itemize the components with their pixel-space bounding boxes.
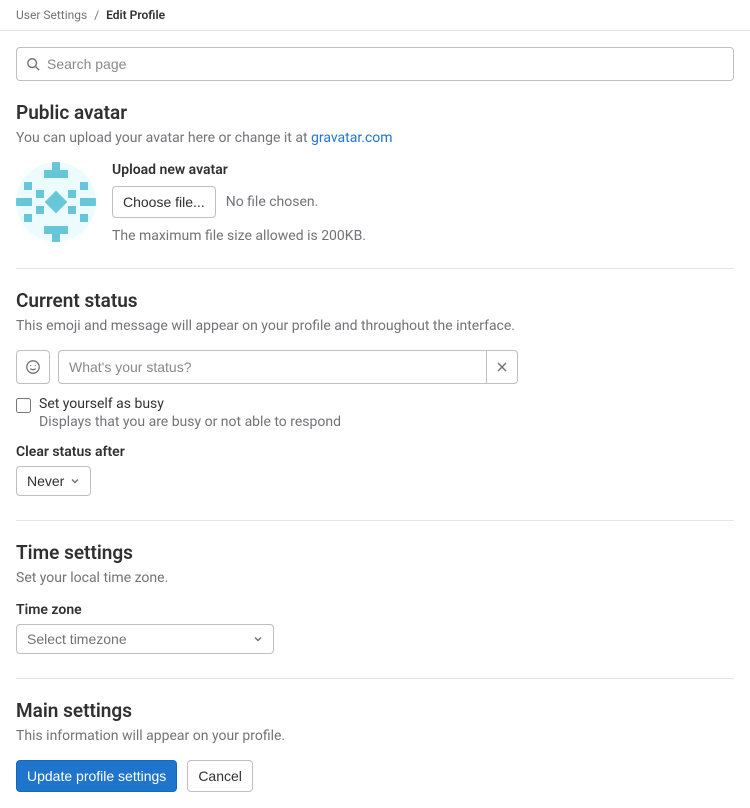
- busy-checkbox-label: Set yourself as busy: [39, 396, 341, 412]
- time-section-title: Time settings: [16, 541, 734, 564]
- clear-status-after-select[interactable]: Never: [16, 466, 91, 496]
- main-section-desc: This information will appear on your pro…: [16, 728, 734, 744]
- breadcrumb: User Settings / Edit Profile: [0, 0, 750, 31]
- status-message-input[interactable]: [58, 350, 486, 384]
- file-chosen-status: No file chosen.: [226, 194, 319, 210]
- time-section-desc: Set your local time zone.: [16, 570, 734, 586]
- avatar-section-desc: You can upload your avatar here or chang…: [16, 130, 734, 146]
- busy-checkbox[interactable]: [16, 398, 31, 413]
- avatar-max-size-text: The maximum file size allowed is 200KB.: [112, 228, 734, 244]
- update-profile-button[interactable]: Update profile settings: [16, 760, 177, 792]
- cancel-button[interactable]: Cancel: [187, 760, 253, 792]
- chevron-down-icon: [70, 476, 80, 486]
- avatar-desc-prefix: You can upload your avatar here or chang…: [16, 130, 311, 146]
- upload-avatar-label: Upload new avatar: [112, 162, 734, 178]
- busy-checkbox-help: Displays that you are busy or not able t…: [39, 414, 341, 430]
- breadcrumb-separator: /: [94, 8, 99, 22]
- search-icon: [26, 57, 40, 71]
- clear-status-after-label: Clear status after: [16, 444, 734, 460]
- avatar-image: [16, 162, 96, 242]
- main-section-title: Main settings: [16, 699, 734, 722]
- clear-status-after-value: Never: [27, 473, 64, 489]
- close-icon: [496, 361, 508, 373]
- status-section-desc: This emoji and message will appear on yo…: [16, 318, 734, 334]
- avatar-section-title: Public avatar: [16, 101, 734, 124]
- timezone-placeholder: Select timezone: [27, 631, 127, 647]
- gravatar-link[interactable]: gravatar.com: [311, 130, 393, 146]
- breadcrumb-parent[interactable]: User Settings: [16, 8, 87, 22]
- breadcrumb-current: Edit Profile: [106, 8, 165, 22]
- smile-icon: [25, 359, 41, 375]
- emoji-picker-button[interactable]: [16, 350, 50, 384]
- divider: [16, 678, 734, 679]
- search-input[interactable]: [16, 47, 734, 81]
- divider: [16, 268, 734, 269]
- choose-file-button[interactable]: Choose file...: [112, 186, 216, 218]
- search-wrap: [16, 47, 734, 81]
- status-section-title: Current status: [16, 289, 734, 312]
- clear-status-button[interactable]: [486, 350, 518, 384]
- timezone-label: Time zone: [16, 602, 734, 618]
- timezone-select[interactable]: Select timezone: [16, 624, 274, 654]
- divider: [16, 520, 734, 521]
- chevron-down-icon: [253, 634, 263, 644]
